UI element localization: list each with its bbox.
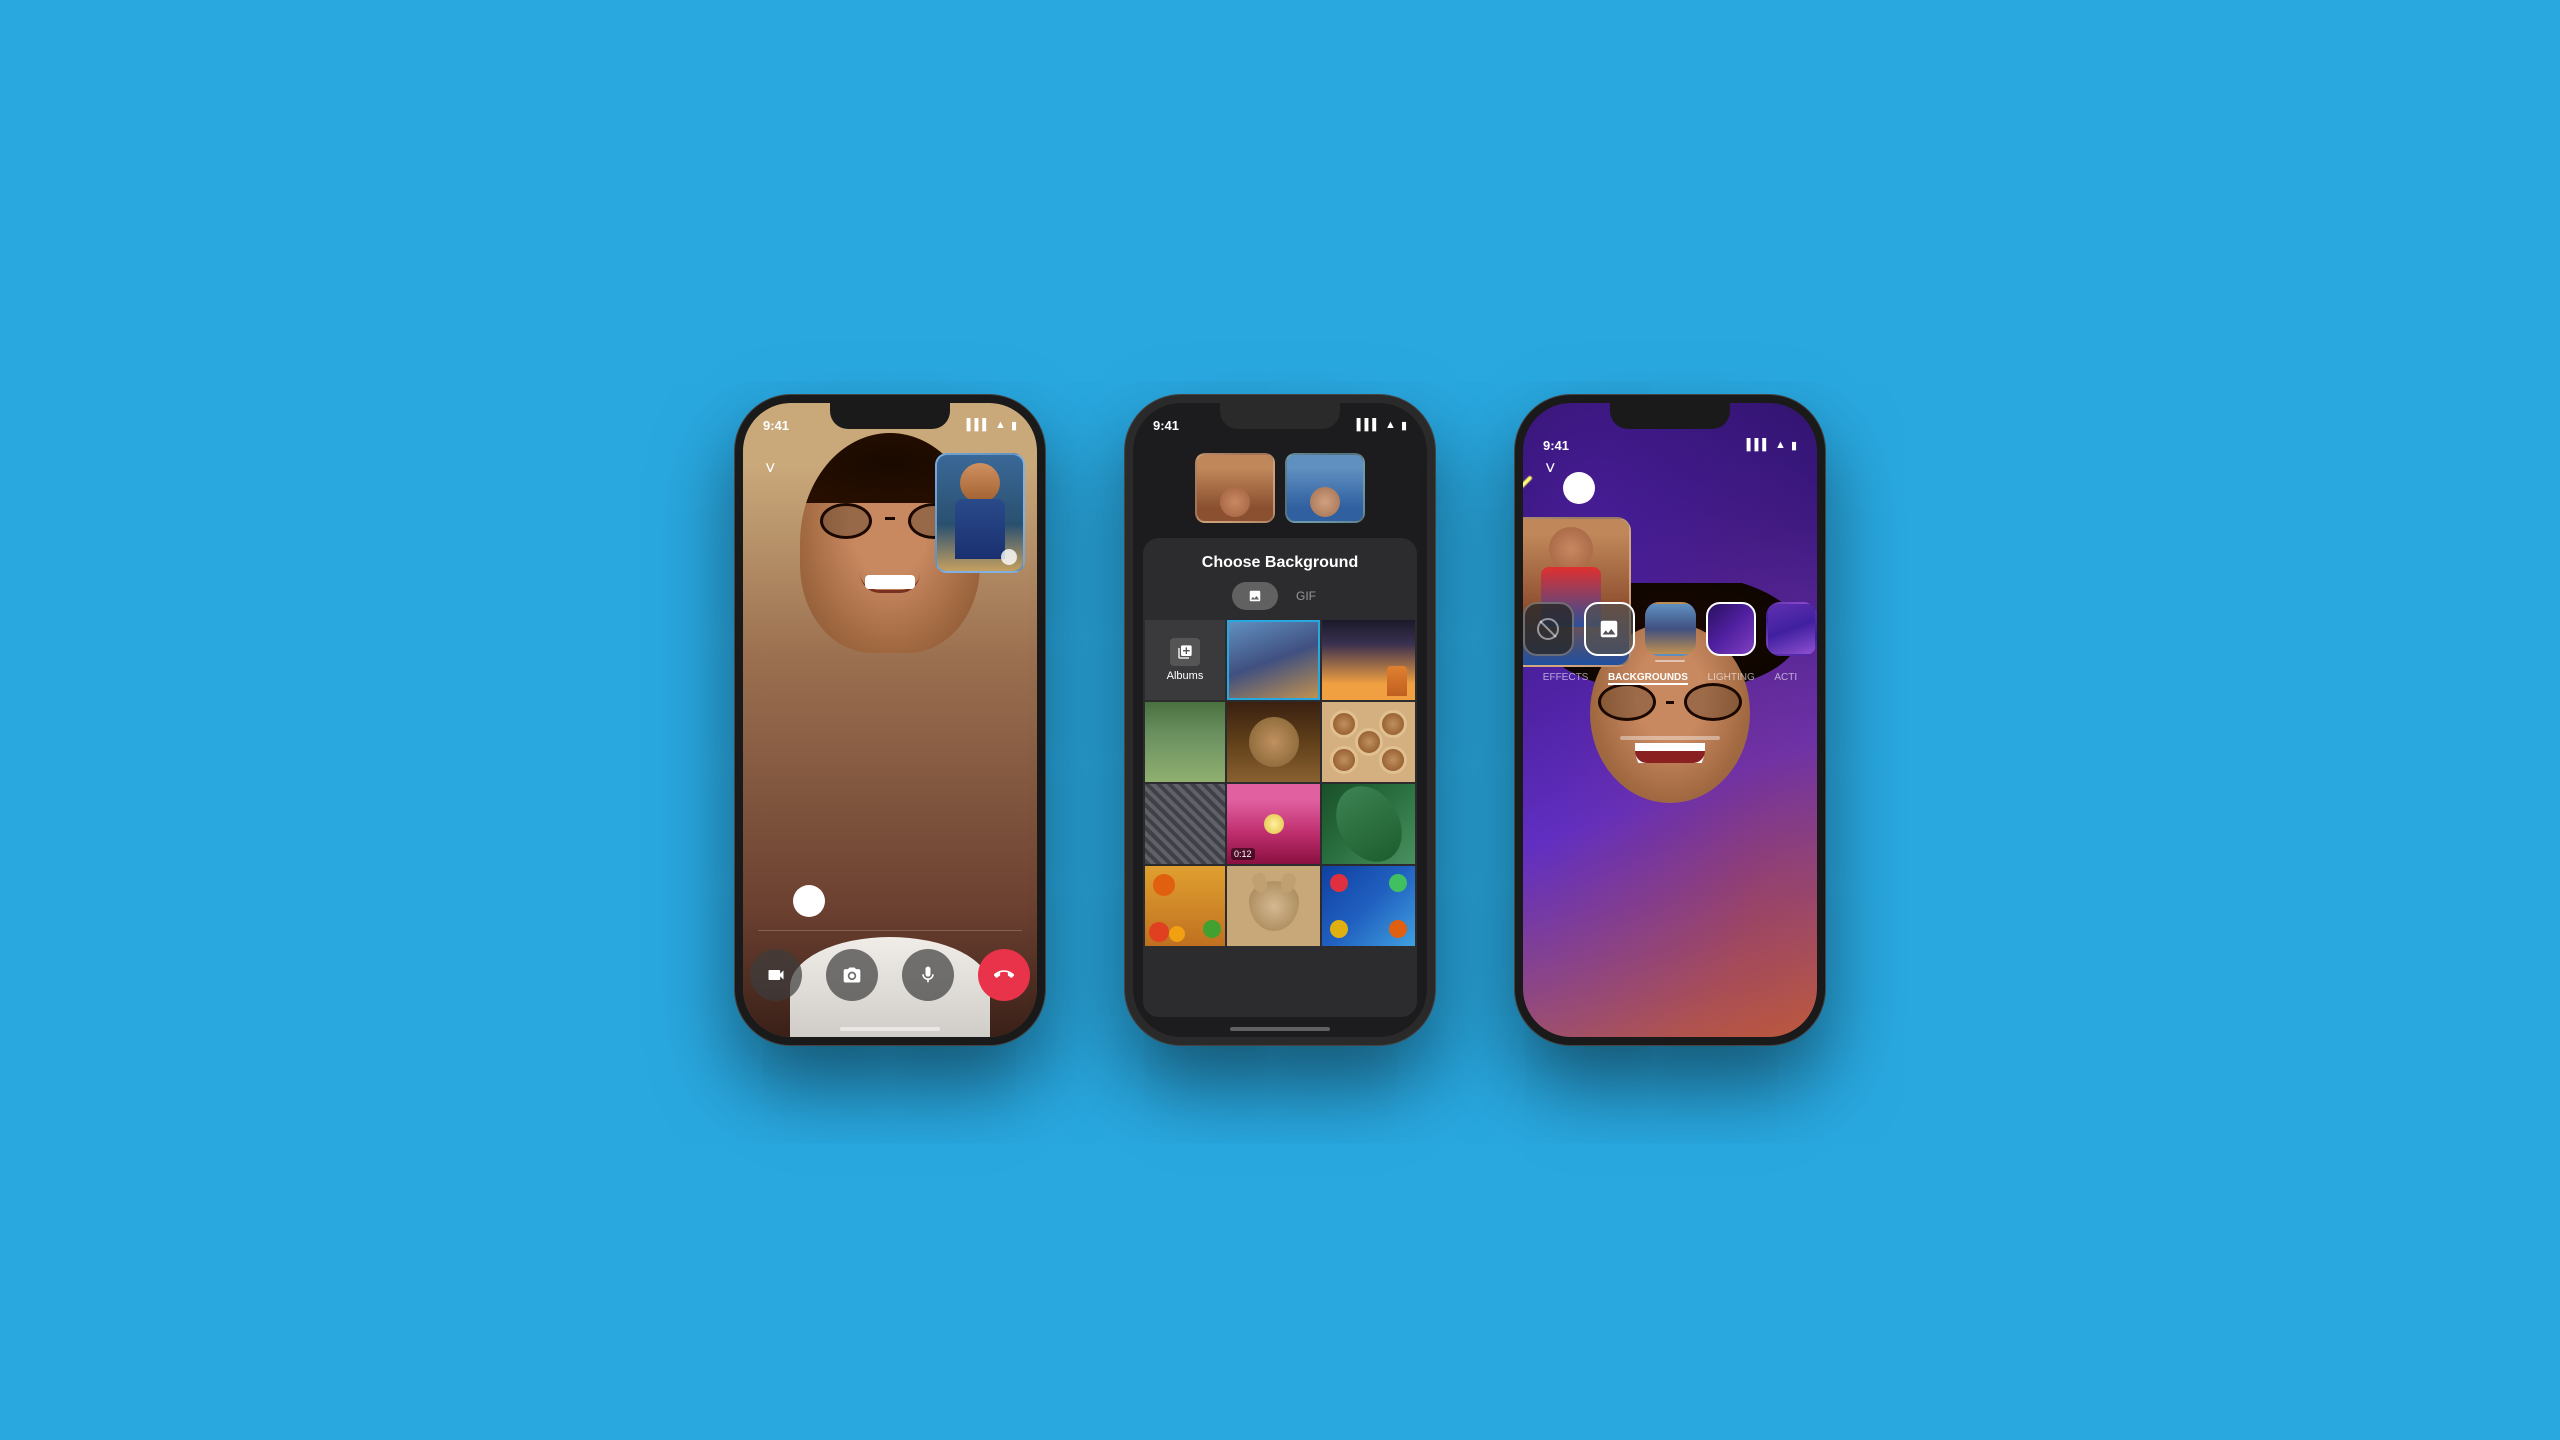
notch-center [1220, 403, 1340, 429]
notch-left [830, 403, 950, 429]
albums-button[interactable]: Albums [1145, 620, 1225, 700]
right-bg: 9:41 ▌▌▌ ▲ ▮ ˅ [1523, 403, 1817, 1037]
tab-effects[interactable]: EFFECTS [1543, 670, 1589, 685]
albums-label: Albums [1167, 670, 1204, 682]
video-duration: 0:12 [1231, 848, 1255, 860]
gif-label: GIF [1296, 589, 1316, 603]
mic-indicator-right [1563, 472, 1595, 504]
photo-grid: Albums [1143, 620, 1417, 1017]
albums-icon [1170, 638, 1200, 666]
tab-backgrounds[interactable]: BACKGROUNDS [1608, 670, 1688, 685]
phone-center-screen: 9:41 ▌▌▌ ▲ ▮ [1133, 403, 1427, 1037]
photo-6[interactable] [1145, 784, 1225, 864]
phone-right: 9:41 ▌▌▌ ▲ ▮ ˅ [1515, 395, 1825, 1045]
battery-icon-c: ▮ [1401, 419, 1407, 432]
camera-button[interactable] [750, 949, 802, 1001]
phones-container: 9:41 ▌▌▌ ▲ ▮ ˅ [735, 395, 1825, 1045]
ar-tabs-row: EFFECTS BACKGROUNDS LIGHTING ACTI [1523, 666, 1817, 687]
wifi-icon: ▲ [995, 419, 1006, 431]
background-option-1[interactable] [1645, 602, 1696, 656]
background-option-2[interactable] [1706, 602, 1757, 656]
photo-2[interactable] [1322, 620, 1415, 700]
photos-background-button[interactable] [1584, 602, 1635, 656]
tab-activity[interactable]: ACTI [1774, 670, 1797, 685]
phone-center: 9:41 ▌▌▌ ▲ ▮ [1125, 395, 1435, 1045]
status-icons-left: ▌▌▌ ▲ ▮ [967, 419, 1017, 432]
signal-icon-c: ▌▌▌ [1357, 419, 1380, 431]
status-time-center: 9:41 [1153, 418, 1179, 433]
pip-person-bg [937, 455, 1023, 571]
phone-left-screen: 9:41 ▌▌▌ ▲ ▮ ˅ [743, 403, 1037, 1037]
photo-11[interactable] [1322, 866, 1415, 946]
wifi-icon-r: ▲ [1775, 439, 1786, 451]
photo-7[interactable]: 0:12 [1227, 784, 1320, 864]
flip-camera-button[interactable] [826, 949, 878, 1001]
battery-icon-r: ▮ [1791, 439, 1797, 452]
phone-left: 9:41 ▌▌▌ ▲ ▮ ˅ [735, 395, 1045, 1045]
home-indicator-center [1230, 1027, 1330, 1031]
notch-right [1610, 403, 1730, 429]
thumbnail-1[interactable] [1195, 453, 1275, 523]
mic-indicator-left [793, 885, 825, 917]
center-bg: 9:41 ▌▌▌ ▲ ▮ [1133, 403, 1427, 1037]
background-option-3[interactable] [1766, 602, 1817, 656]
photo-10[interactable] [1227, 866, 1320, 946]
bg-tab-row: GIF [1143, 582, 1417, 620]
status-icons-right: ▌▌▌ ▲ ▮ [1747, 439, 1797, 452]
choose-background-title: Choose Background [1143, 538, 1417, 582]
home-indicator-left [840, 1027, 940, 1031]
chevron-down-icon-right[interactable]: ˅ [1545, 458, 1556, 479]
call-thumbnails [1133, 453, 1427, 523]
status-time-left: 9:41 [763, 418, 789, 433]
photo-9[interactable] [1145, 866, 1225, 946]
home-indicator-right [1620, 736, 1720, 740]
status-bar-right: 9:41 ▌▌▌ ▲ ▮ [1523, 423, 1817, 467]
battery-icon: ▮ [1011, 419, 1017, 432]
tab-gif[interactable]: GIF [1284, 582, 1328, 610]
choose-background-panel: Choose Background GIF [1143, 538, 1417, 1017]
end-call-button[interactable] [978, 949, 1030, 1001]
call-controls-left [743, 930, 1037, 1017]
chevron-down-icon-left[interactable]: ˅ [765, 458, 776, 479]
photo-8[interactable] [1322, 784, 1415, 864]
bg-options-row [1523, 594, 1817, 660]
mute-button[interactable] [902, 949, 954, 1001]
left-video-bg: 9:41 ▌▌▌ ▲ ▮ ˅ [743, 403, 1037, 1037]
tab-lighting[interactable]: LIGHTING [1708, 670, 1755, 685]
tab-photos[interactable] [1232, 582, 1278, 610]
signal-icon-r: ▌▌▌ [1747, 439, 1770, 451]
signal-icon: ▌▌▌ [967, 419, 990, 431]
phone-right-screen: 9:41 ▌▌▌ ▲ ▮ ˅ [1523, 403, 1817, 1037]
photo-5[interactable] [1322, 702, 1415, 782]
pip-video-left[interactable] [935, 453, 1025, 573]
no-background-button[interactable] [1523, 602, 1574, 656]
photo-3[interactable] [1145, 702, 1225, 782]
status-icons-center: ▌▌▌ ▲ ▮ [1357, 419, 1407, 432]
bottom-controls-right: EFFECTS BACKGROUNDS LIGHTING ACTI [1523, 594, 1817, 687]
photo-featured[interactable] [1227, 620, 1320, 700]
thumbnail-2[interactable] [1285, 453, 1365, 523]
wifi-icon-c: ▲ [1385, 419, 1396, 431]
status-time-right: 9:41 [1543, 438, 1569, 453]
photo-4[interactable] [1227, 702, 1320, 782]
